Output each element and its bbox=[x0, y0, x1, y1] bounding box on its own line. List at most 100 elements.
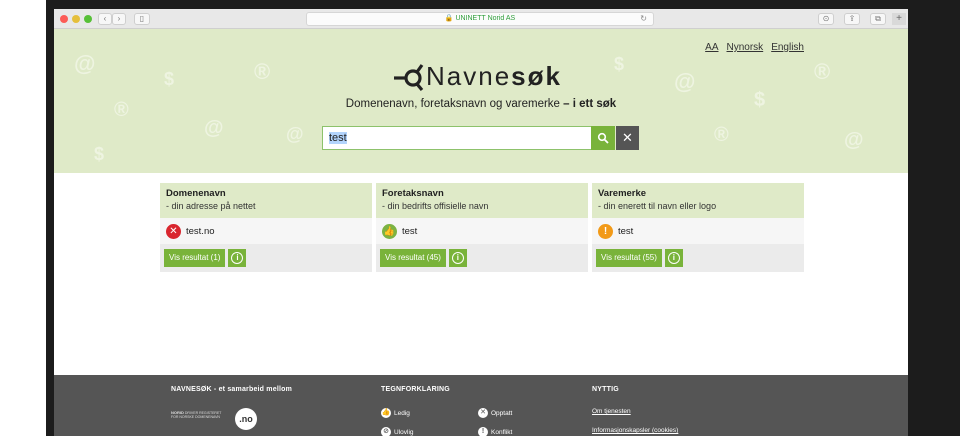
background-pattern: $ bbox=[94, 144, 105, 164]
address-bar[interactable]: 🔒 UNINETT Norid AS ↻ bbox=[306, 12, 654, 26]
footer-legend: TEGNFORKLARING 👍 Ledig ✕ Opptatt ⊘ Ulovl… bbox=[381, 386, 512, 436]
share-button[interactable]: ⇪ bbox=[844, 13, 860, 25]
logo-text: Navnesøk bbox=[426, 61, 562, 92]
card-footer: Vis resultat (55) i bbox=[592, 244, 804, 272]
hero-section: @ ® $ @ ® @ $ @ ® $ ® @ $ AA Nynorsk Eng… bbox=[54, 29, 908, 173]
card-header: Varemerke - din enerett til navn eller l… bbox=[592, 183, 804, 218]
thumbs-up-icon: 👍 bbox=[382, 223, 397, 239]
info-icon: i bbox=[451, 252, 464, 264]
legend-ledig: 👍 Ledig bbox=[381, 408, 410, 418]
background-pattern: @ bbox=[74, 51, 96, 76]
logo-text-bold: søk bbox=[511, 61, 562, 91]
tabs-icon: ⧉ bbox=[875, 14, 881, 23]
about-service-link[interactable]: Om tjenesten bbox=[592, 408, 631, 415]
lock-icon: 🔒 bbox=[444, 15, 454, 22]
taken-icon: ✕ bbox=[478, 408, 488, 418]
browser-toolbar: ‹ › ▯ 🔒 UNINETT Norid AS ↻ ⊙ ⇪ ⧉ + bbox=[54, 9, 908, 29]
show-results-button[interactable]: Vis resultat (45) bbox=[380, 249, 446, 267]
logo-text-light: Navne bbox=[426, 61, 512, 91]
english-link[interactable]: English bbox=[771, 42, 804, 53]
legend-label: Ledig bbox=[394, 409, 410, 417]
device-bezel-right bbox=[908, 0, 960, 436]
device-bezel-top bbox=[54, 0, 908, 9]
legend-label: Ulovlig bbox=[394, 428, 414, 436]
close-icon: ✕ bbox=[622, 130, 633, 145]
show-results-button[interactable]: Vis resultat (55) bbox=[596, 249, 662, 267]
downloads-button[interactable]: ⊙ bbox=[818, 13, 834, 25]
nynorsk-link[interactable]: Nynorsk bbox=[727, 42, 764, 53]
tagline: Domenenavn, foretaksnavn og varemerke – … bbox=[54, 98, 908, 110]
text-size-link[interactable]: AA bbox=[705, 42, 718, 53]
show-results-button[interactable]: Vis resultat (1) bbox=[164, 249, 226, 267]
sidebar-toggle-button[interactable]: ▯ bbox=[134, 13, 150, 25]
info-icon: i bbox=[667, 252, 680, 264]
legend-label: Opptatt bbox=[491, 409, 513, 417]
search-button[interactable] bbox=[591, 126, 615, 150]
background-pattern: ® bbox=[714, 124, 729, 146]
legend-konflikt: ! Konflikt bbox=[478, 427, 512, 436]
reload-icon[interactable]: ↻ bbox=[640, 13, 647, 25]
background-pattern: @ bbox=[844, 129, 864, 151]
info-button[interactable]: i bbox=[448, 249, 467, 267]
back-button[interactable]: ‹ bbox=[98, 13, 112, 25]
background-pattern: ® bbox=[254, 59, 271, 84]
card-result-text: test bbox=[402, 225, 418, 237]
footer-heading: NYTTIG bbox=[592, 386, 619, 393]
card-footer: Vis resultat (1) i bbox=[160, 244, 372, 272]
card-title: Domenenavn bbox=[166, 188, 226, 199]
card-result-text: test.no bbox=[186, 225, 215, 237]
footer-heading: NAVNESØK - et samarbeid mellom bbox=[171, 386, 293, 393]
card-title: Foretaksnavn bbox=[382, 188, 444, 199]
background-pattern: @ bbox=[286, 124, 304, 144]
legend-label: Konflikt bbox=[491, 428, 513, 436]
norid-line: FOR NORSKE DOMENENAVN bbox=[171, 415, 220, 419]
magnifier-logo-icon bbox=[394, 63, 424, 91]
card-header: Domenenavn - din adresse på nettet bbox=[160, 183, 372, 218]
card-foretaksnavn: Foretaksnavn - din bedrifts offisielle n… bbox=[376, 183, 588, 272]
taken-status-icon: ✕ bbox=[166, 223, 181, 239]
forward-button[interactable]: › bbox=[112, 13, 126, 25]
card-header: Foretaksnavn - din bedrifts offisielle n… bbox=[376, 183, 588, 218]
card-subtitle: - din bedrifts offisielle navn bbox=[382, 201, 489, 211]
download-icon: ⊙ bbox=[822, 14, 830, 23]
navnesok-logo[interactable]: Navnesøk bbox=[392, 61, 562, 92]
card-domenenavn: Domenenavn - din adresse på nettet ✕ tes… bbox=[160, 183, 372, 272]
warning-icon: ! bbox=[478, 427, 488, 436]
close-window-button[interactable] bbox=[60, 15, 68, 23]
card-subtitle: - din enerett til navn eller logo bbox=[598, 201, 717, 211]
sidebar-icon: ▯ bbox=[139, 14, 145, 23]
tabs-overview-button[interactable]: ⧉ bbox=[870, 13, 886, 25]
tagline-bold: – i ett søk bbox=[559, 98, 617, 110]
info-button[interactable]: i bbox=[664, 249, 683, 267]
cookies-link[interactable]: Informasjonskapsler (cookies) bbox=[592, 427, 678, 434]
background-pattern: ® bbox=[814, 59, 831, 84]
window-controls bbox=[60, 15, 92, 23]
legend-opptatt: ✕ Opptatt bbox=[478, 408, 512, 418]
new-tab-button[interactable]: + bbox=[892, 13, 906, 25]
search-input[interactable]: test bbox=[322, 126, 592, 150]
minimize-window-button[interactable] bbox=[72, 15, 80, 23]
page-footer: NAVNESØK - et samarbeid mellom NORID DRI… bbox=[54, 375, 908, 436]
address-text: UNINETT Norid AS bbox=[455, 15, 516, 22]
language-switcher: AA Nynorsk English bbox=[705, 42, 804, 53]
dot-no-logo[interactable]: .no bbox=[235, 408, 257, 430]
card-result-row: ✕ test.no bbox=[160, 218, 372, 244]
card-result-row: 👍 test bbox=[376, 218, 588, 244]
norid-logo[interactable]: NORID DRIVER REGISTERET FOR NORSKE DOMEN… bbox=[171, 411, 231, 420]
background-pattern: @ bbox=[674, 69, 696, 94]
device-bezel-left bbox=[46, 0, 54, 436]
thumbs-up-icon: 👍 bbox=[381, 408, 391, 418]
legend-ulovlig: ⊘ Ulovlig bbox=[381, 427, 414, 436]
chevron-right-icon: › bbox=[117, 14, 121, 23]
search-input-value: test bbox=[329, 132, 347, 144]
zoom-window-button[interactable] bbox=[84, 15, 92, 23]
browser-window: ‹ › ▯ 🔒 UNINETT Norid AS ↻ ⊙ ⇪ ⧉ + @ ® $… bbox=[54, 9, 908, 436]
clear-search-button[interactable]: ✕ bbox=[616, 126, 639, 150]
info-button[interactable]: i bbox=[228, 249, 247, 267]
card-footer: Vis resultat (45) i bbox=[376, 244, 588, 272]
search-icon bbox=[597, 132, 609, 144]
tagline-main: Domenenavn, foretaksnavn og varemerke bbox=[345, 98, 560, 110]
footer-useful-links: NYTTIG Om tjenesten Informasjonskapsler … bbox=[592, 386, 678, 434]
card-varemerke: Varemerke - din enerett til navn eller l… bbox=[592, 183, 804, 272]
prohibited-icon: ⊘ bbox=[381, 427, 391, 436]
